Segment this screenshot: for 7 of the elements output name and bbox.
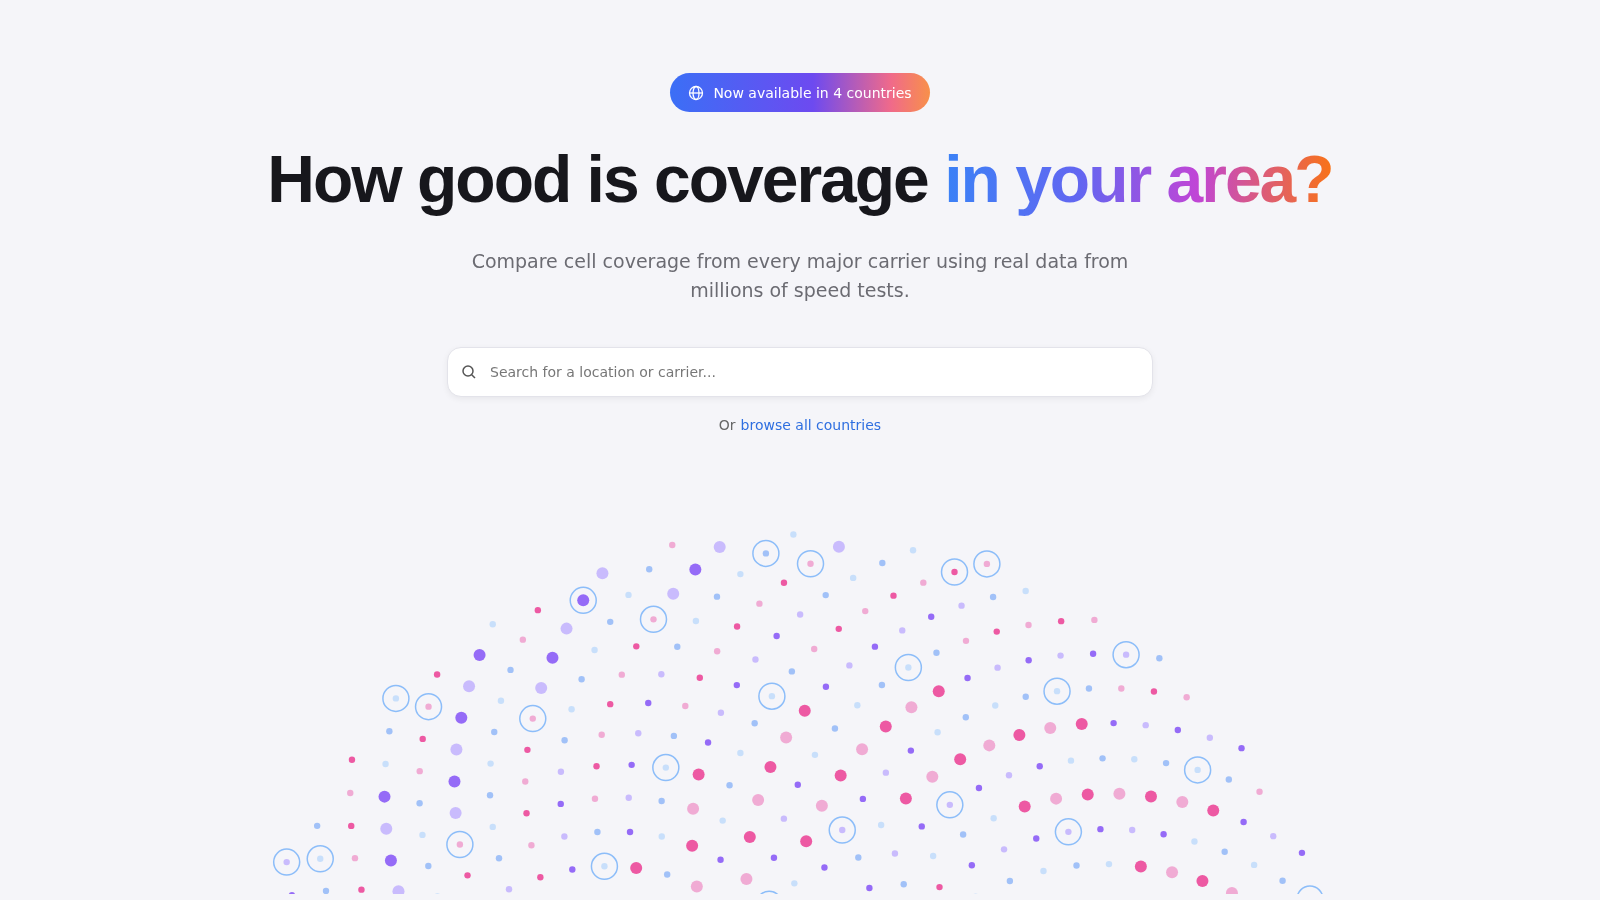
- browse-countries-link[interactable]: browse all countries: [740, 417, 882, 434]
- search-field[interactable]: Search for a location or carrier...: [447, 347, 1153, 398]
- globe-icon: [688, 84, 705, 101]
- hero-heading: How good is coverage in your area?: [267, 141, 1333, 218]
- browse-prefix: Or: [718, 417, 736, 434]
- hero-subtitle: Compare cell coverage from every major carrier using real data from millions of speed tests.: [470, 249, 1130, 304]
- badge-text: Now available in 4 countries: [713, 84, 912, 101]
